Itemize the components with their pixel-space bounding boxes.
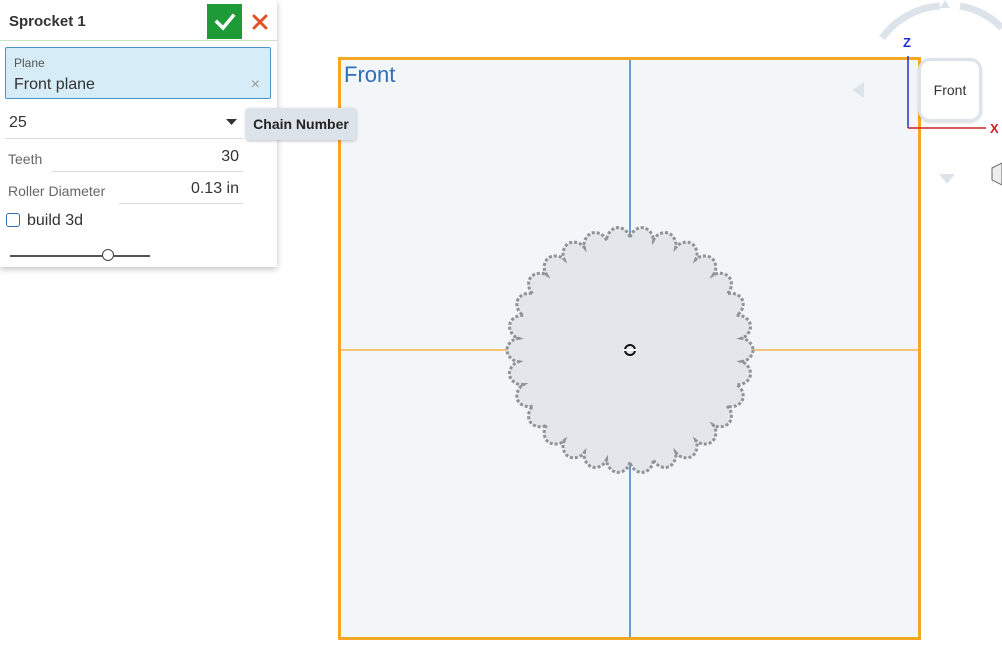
checkmark-icon [214, 13, 235, 31]
view-cube[interactable]: Z X Front [852, 0, 1002, 200]
sprocket-sketch[interactable] [341, 60, 918, 637]
teeth-value: 30 [221, 148, 239, 165]
feature-dialog: Sprocket 1 Plane Front plane × 25 Teeth … [0, 0, 277, 267]
axis-z-label: Z [903, 35, 911, 50]
clear-selection-icon[interactable]: × [251, 76, 260, 94]
roller-diameter-row: Roller Diameter 0.13 in [5, 178, 245, 204]
roller-diameter-input[interactable]: 0.13 in [119, 178, 243, 204]
teeth-row: Teeth 30 [5, 146, 245, 172]
plane-selection-field[interactable]: Plane Front plane × [5, 47, 271, 99]
plane-field-value: Front plane [14, 76, 95, 93]
home-cube-icon [991, 162, 1002, 186]
cancel-button[interactable] [245, 4, 275, 39]
build-3d-label: build 3d [27, 212, 84, 229]
accept-button[interactable] [207, 4, 242, 39]
build-3d-checkbox[interactable] [6, 213, 20, 227]
arrow-up-icon [940, 0, 950, 8]
teeth-label: Teeth [8, 151, 43, 167]
roller-diameter-label: Roller Diameter [8, 183, 106, 199]
roller-diameter-value: 0.13 in [190, 180, 239, 197]
arrow-down-icon [939, 174, 955, 184]
slider-track[interactable] [10, 249, 150, 261]
rotate-arc-icon [959, 2, 1002, 31]
view-cube-face-front[interactable]: Front [918, 58, 982, 122]
dialog-title: Sprocket 1 [9, 13, 86, 30]
plane-field-label: Plane [14, 56, 45, 70]
front-plane[interactable]: Front [338, 57, 921, 640]
rotate-arc-icon [879, 2, 941, 41]
chain-number-value: 25 [9, 114, 27, 131]
close-icon [252, 14, 268, 29]
chevron-down-icon [226, 119, 237, 125]
arrow-left-icon[interactable] [852, 82, 864, 98]
chain-number-tooltip: Chain Number [246, 108, 356, 140]
dialog-header: Sprocket 1 [0, 0, 277, 41]
teeth-input[interactable]: 30 [52, 146, 243, 172]
slider-thumb[interactable] [102, 249, 114, 261]
axis-x-label: X [990, 121, 999, 136]
chain-number-select[interactable]: 25 [5, 110, 243, 139]
